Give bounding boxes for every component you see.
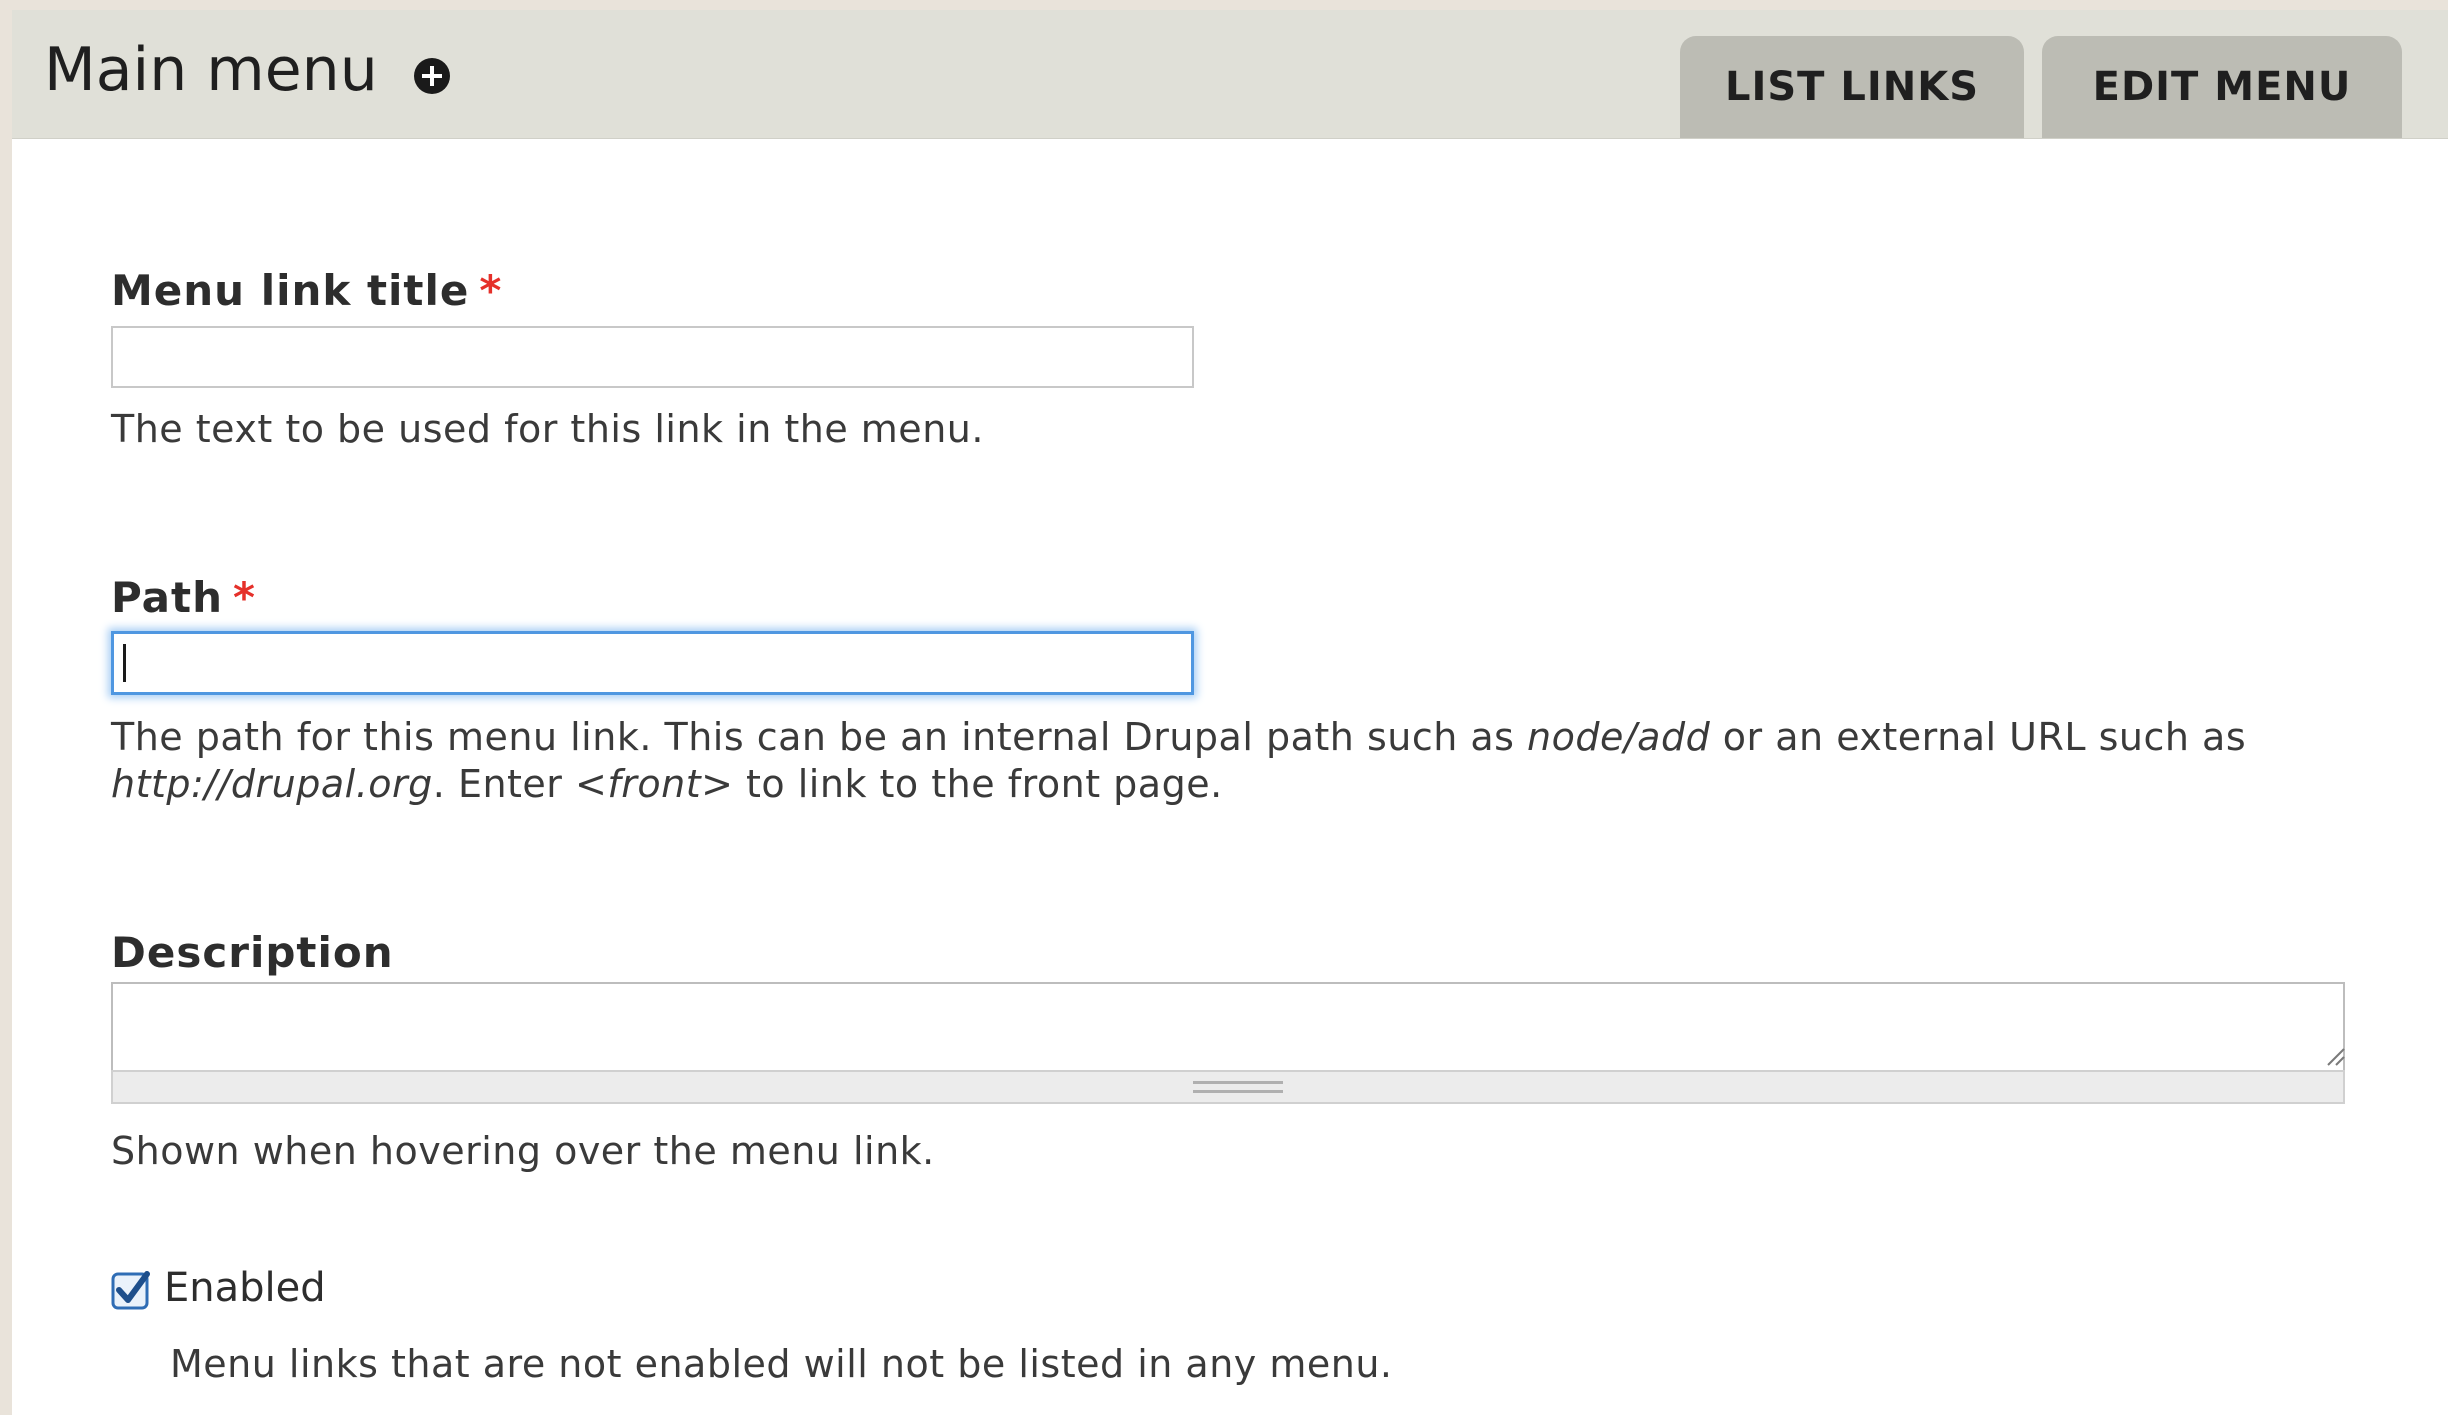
menu-link-title-label-text: Menu link title <box>111 266 470 315</box>
path-help-line-1: The path for this menu link. This can be… <box>111 714 2246 761</box>
path-help-text: The path for this menu link. This can be… <box>111 715 1528 759</box>
tab-edit-menu[interactable]: EDIT MENU <box>2042 36 2402 138</box>
menu-link-title-help: The text to be used for this link in the… <box>111 407 984 451</box>
tab-list-links[interactable]: LIST LINKS <box>1680 36 2024 138</box>
path-help-example-front: <front> <box>575 762 734 806</box>
page-header: Main menu LIST LINKS EDIT MENU <box>12 10 2448 139</box>
description-textarea[interactable] <box>111 982 2345 1070</box>
path-input[interactable] <box>111 631 1194 695</box>
required-marker: * <box>479 266 503 315</box>
enabled-help: Menu links that are not enabled will not… <box>170 1342 1393 1386</box>
path-help-text: or an external URL such as <box>1710 715 2247 759</box>
add-circle-icon[interactable] <box>414 58 450 94</box>
page: Main menu LIST LINKS EDIT MENU Menu link… <box>12 10 2448 1415</box>
path-help-text: to link to the front page. <box>733 762 1223 806</box>
description-label: Description <box>111 928 394 977</box>
grip-lines-icon <box>1193 1081 1283 1093</box>
menu-link-title-input[interactable] <box>111 326 1194 388</box>
textarea-resize-grip[interactable] <box>111 1070 2345 1104</box>
description-help: Shown when hovering over the menu link. <box>111 1129 935 1173</box>
page-title: Main menu <box>44 35 378 105</box>
path-help-example-internal: node/add <box>1527 715 1711 759</box>
required-marker: * <box>232 573 256 622</box>
path-help: The path for this menu link. This can be… <box>111 714 2246 808</box>
path-help-line-2: http://drupal.org. Enter <front> to link… <box>111 761 2246 808</box>
resize-corner-icon[interactable] <box>2324 1045 2346 1067</box>
path-help-example-external: http://drupal.org <box>111 762 433 806</box>
enabled-label[interactable]: Enabled <box>164 1263 326 1313</box>
enabled-checkbox[interactable] <box>111 1270 151 1310</box>
path-help-text: . Enter <box>432 762 576 806</box>
menu-link-title-label: Menu link title * <box>111 266 502 315</box>
path-label: Path * <box>111 573 256 622</box>
path-label-text: Path <box>111 573 223 622</box>
text-cursor <box>123 644 126 682</box>
